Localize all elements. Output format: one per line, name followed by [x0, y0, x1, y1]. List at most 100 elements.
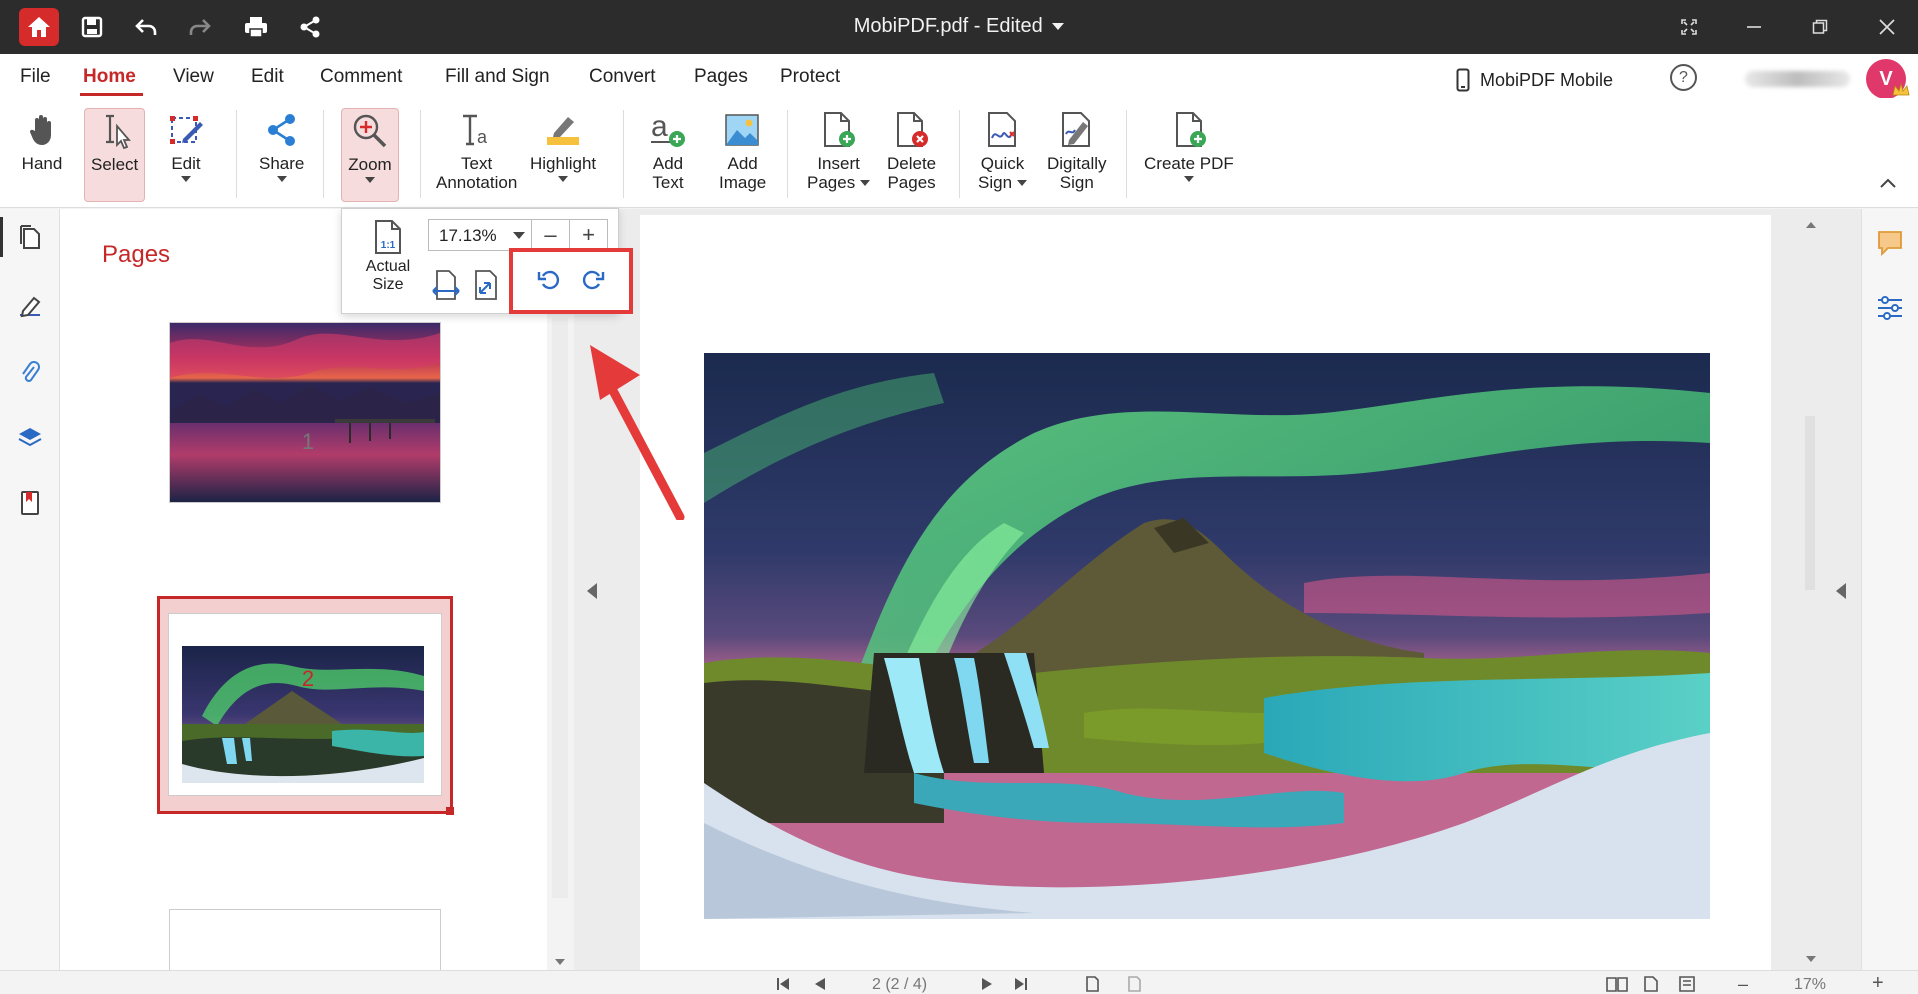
insert-pages-label-2: Pages	[807, 173, 856, 192]
previous-view-icon[interactable]	[1084, 976, 1100, 992]
document-title[interactable]: MobiPDF.pdf - Edited	[0, 15, 1918, 38]
last-page-icon[interactable]	[1014, 978, 1028, 990]
delete-pages-button[interactable]: Delete Pages	[887, 108, 936, 192]
page-indicator[interactable]: 2 (2 / 4)	[872, 976, 927, 994]
highlight-dropdown-icon[interactable]	[558, 176, 569, 182]
properties-sliders-icon[interactable]	[1876, 295, 1904, 321]
pages-panel-scrollbar[interactable]	[552, 318, 568, 898]
menu-fill-and-sign[interactable]: Fill and Sign	[445, 66, 550, 88]
insert-pages-label-row: Pages	[807, 173, 871, 192]
add-text-button[interactable]: a Add Text	[646, 108, 690, 192]
add-image-button[interactable]: Add Image	[719, 108, 766, 192]
text-annotation-button[interactable]: a Text Annotation	[436, 108, 517, 192]
fullscreen-icon[interactable]	[1675, 13, 1703, 41]
panel-scroll-down-icon[interactable]	[555, 959, 565, 965]
next-page-icon[interactable]	[982, 978, 992, 990]
continuous-view-icon[interactable]	[1678, 976, 1696, 992]
rotate-left-icon[interactable]	[537, 268, 563, 292]
digitally-sign-button[interactable]: Digitally Sign	[1047, 108, 1107, 192]
add-text-icon: a	[646, 108, 690, 152]
menu-file[interactable]: File	[20, 66, 51, 88]
document-scrollbar[interactable]	[1803, 218, 1817, 970]
thumbnail-resize-handle[interactable]	[446, 807, 454, 815]
comments-icon[interactable]	[1876, 229, 1904, 257]
toolbar-divider	[959, 110, 960, 198]
pages-panel: Pages 1 2	[60, 209, 568, 970]
zoom-level-select[interactable]: 17.13%	[428, 219, 532, 251]
zoom-select-chevron-down-icon[interactable]	[513, 232, 525, 239]
scroll-up-icon[interactable]	[1806, 222, 1816, 228]
layers-icon[interactable]	[16, 423, 44, 451]
fit-page-icon[interactable]	[472, 269, 500, 301]
create-pdf-button[interactable]: Create PDF	[1144, 108, 1234, 182]
menu-home[interactable]: Home	[83, 66, 136, 88]
edit-tool-button[interactable]: Edit	[164, 108, 208, 182]
collapse-right-panel-icon[interactable]	[1836, 583, 1846, 599]
zoom-in-button[interactable]: +	[570, 220, 607, 250]
avatar[interactable]: V	[1866, 59, 1910, 99]
share-dropdown-icon[interactable]	[276, 176, 287, 182]
menu-edit[interactable]: Edit	[251, 66, 284, 88]
share-tool-button[interactable]: Share	[259, 108, 304, 182]
quick-sign-label-row: Sign	[978, 173, 1028, 192]
minimize-icon[interactable]	[1740, 13, 1768, 41]
close-icon[interactable]	[1873, 13, 1901, 41]
collapse-ribbon-icon[interactable]	[1880, 178, 1896, 188]
create-pdf-dropdown-icon[interactable]	[1183, 176, 1194, 182]
title-dropdown-icon[interactable]	[1052, 23, 1065, 31]
menu-protect[interactable]: Protect	[780, 66, 840, 88]
zoom-dropdown-icon[interactable]	[365, 177, 375, 183]
bookmark-icon[interactable]	[16, 489, 44, 517]
highlight-button[interactable]: Highlight	[530, 108, 596, 182]
document-scroll-thumb[interactable]	[1805, 416, 1815, 590]
rotate-right-icon[interactable]	[579, 268, 605, 292]
zoom-value: 17.13%	[439, 226, 497, 245]
panel-splitter[interactable]	[574, 209, 611, 970]
next-view-icon[interactable]	[1126, 976, 1142, 992]
share-icon	[260, 108, 304, 152]
single-page-view-icon[interactable]	[1643, 976, 1659, 992]
menu-pages[interactable]: Pages	[694, 66, 748, 88]
collapse-left-panel-icon[interactable]	[587, 583, 597, 599]
status-zoom-level[interactable]: 17%	[1794, 976, 1826, 994]
pages-panel-icon[interactable]	[16, 223, 44, 251]
help-icon[interactable]: ?	[1670, 64, 1697, 91]
hand-tool-button[interactable]: Hand	[20, 108, 64, 173]
menu-comment[interactable]: Comment	[320, 66, 402, 88]
page-thumbnail-3[interactable]	[169, 909, 441, 970]
status-zoom-out-icon[interactable]: –	[1738, 974, 1748, 994]
attachment-icon[interactable]	[16, 359, 44, 387]
first-page-icon[interactable]	[776, 978, 790, 990]
rotate-controls-highlight	[509, 248, 633, 314]
edit-dropdown-icon[interactable]	[181, 176, 191, 182]
digitally-sign-label-1: Digitally	[1047, 154, 1107, 173]
two-page-view-icon[interactable]	[1606, 976, 1628, 992]
previous-page-icon[interactable]	[815, 978, 825, 990]
insert-pages-button[interactable]: Insert Pages	[807, 108, 871, 192]
insert-pages-dropdown-icon[interactable]	[860, 179, 871, 186]
quick-sign-label-1: Quick	[980, 154, 1025, 173]
actual-size-icon: 1:1	[373, 219, 403, 255]
zoom-out-button[interactable]: –	[532, 220, 570, 250]
quick-sign-button[interactable]: Quick Sign	[978, 108, 1028, 192]
mobipdf-mobile-button[interactable]: MobiPDF Mobile	[1456, 68, 1613, 92]
quick-sign-dropdown-icon[interactable]	[1017, 179, 1028, 186]
scroll-down-icon[interactable]	[1806, 956, 1816, 962]
signature-panel-icon[interactable]	[16, 293, 44, 321]
select-tool-button[interactable]: Select	[84, 108, 146, 202]
menu-convert[interactable]: Convert	[589, 66, 656, 88]
document-title-text: MobiPDF.pdf - Edited	[853, 15, 1043, 37]
menu-view[interactable]: View	[173, 66, 214, 88]
page-thumbnail-1[interactable]	[169, 322, 441, 503]
document-page[interactable]	[640, 215, 1771, 970]
active-tab-indicator	[80, 93, 143, 96]
ribbon-toolbar: Hand Select Edit Share Zoom a Text Annot…	[0, 98, 1918, 208]
actual-size-button[interactable]: 1:1 Actual Size	[360, 219, 416, 294]
fit-width-icon[interactable]	[432, 269, 460, 301]
page-thumbnail-2-selected[interactable]	[157, 596, 454, 815]
menu-bar: File Home View Edit Comment Fill and Sig…	[0, 54, 1918, 99]
user-name-blurred[interactable]	[1745, 71, 1850, 87]
zoom-tool-button[interactable]: Zoom	[341, 108, 399, 202]
restore-icon[interactable]	[1806, 13, 1834, 41]
status-zoom-in-icon[interactable]: +	[1872, 972, 1884, 994]
